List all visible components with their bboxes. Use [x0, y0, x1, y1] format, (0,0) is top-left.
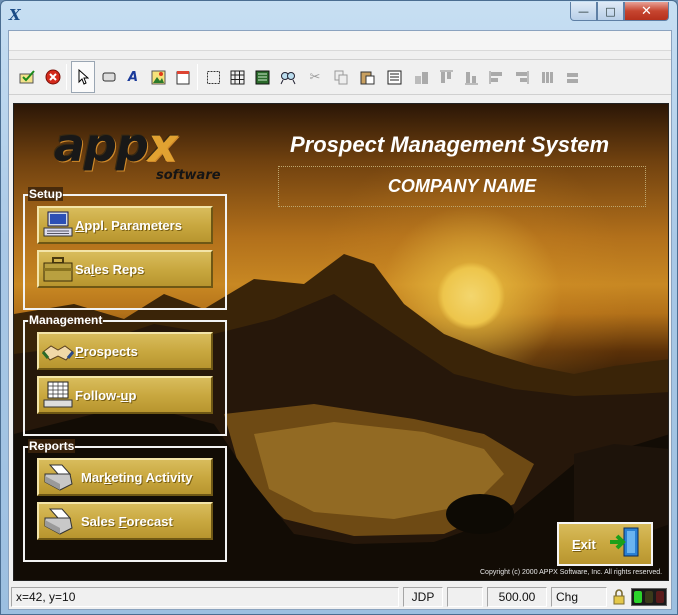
exit-button[interactable]: Exit [557, 522, 653, 566]
setup-group: Setup Appl. Parameters Sales Reps [23, 187, 227, 310]
company-name-box: COMPANY NAME [278, 166, 646, 207]
appx-software-logo: appx software [54, 118, 244, 184]
group-label-management: Management [28, 313, 104, 327]
paste-icon[interactable] [358, 68, 376, 86]
toolbar: A ✂ [9, 59, 671, 95]
page-title: Prospect Management System [290, 132, 610, 157]
copyright-text: Copyright (c) 2000 APPX Software, Inc. A… [480, 569, 663, 576]
copy-icon[interactable] [332, 68, 350, 86]
text-icon[interactable]: A [124, 68, 142, 86]
cut-icon[interactable]: ✂ [306, 68, 324, 86]
maximize-button[interactable]: □ [597, 2, 624, 21]
frame-icon[interactable] [204, 68, 222, 86]
group-label-reports: Reports [28, 439, 76, 453]
management-group: Management Prospects Follow-up [23, 313, 227, 436]
handshake-icon [41, 335, 75, 367]
exit-door-icon [608, 526, 642, 562]
align-left-icon[interactable] [487, 68, 505, 86]
align-right-icon[interactable] [512, 68, 530, 86]
minimize-button[interactable]: — [570, 2, 597, 21]
title-bar[interactable]: X — □ ✕ [1, 1, 677, 29]
logo-x-text: x [147, 118, 178, 172]
marketing-activity-button[interactable]: Marketing Activity [37, 458, 213, 496]
prospects-button[interactable]: Prospects [37, 332, 213, 370]
grid-icon[interactable] [228, 68, 246, 86]
status-empty-field [447, 587, 483, 607]
size-icon[interactable] [563, 68, 581, 86]
logo-software-text: software [156, 168, 221, 183]
yellow-light-icon [644, 591, 653, 603]
sales-forecast-button[interactable]: Sales Forecast [37, 502, 213, 540]
cancel-icon[interactable] [44, 68, 62, 86]
red-light-icon [656, 591, 665, 603]
printer-icon [41, 505, 75, 537]
printer-icon [41, 461, 75, 493]
group-label-setup: Setup [28, 187, 64, 201]
application-window: X — □ ✕ A ✂ appx software Prospect Manag… [0, 0, 678, 615]
sales-reps-button[interactable]: Sales Reps [37, 250, 213, 288]
find-icon[interactable] [279, 68, 297, 86]
align-top-icon[interactable] [437, 68, 455, 86]
list-icon[interactable] [253, 68, 271, 86]
status-bar: x=42, y=10 JDP 500.00 Chg [9, 584, 671, 609]
spacing-icon[interactable] [538, 68, 556, 86]
reports-group: Reports Marketing Activity Sales Forecas… [23, 439, 227, 562]
company-name: COMPANY NAME [387, 176, 537, 196]
calendar-icon [41, 379, 75, 411]
status-user: JDP [403, 587, 443, 607]
green-light-icon [633, 591, 642, 603]
properties-icon[interactable] [385, 68, 403, 86]
status-value: 500.00 [487, 587, 547, 607]
lock-icon [612, 589, 626, 609]
status-lights-icon [631, 588, 667, 606]
status-coordinates: x=42, y=10 [11, 587, 399, 607]
appl-parameters-button[interactable]: Appl. Parameters [37, 206, 213, 244]
client-area: A ✂ appx software Prospect Management Sy… [8, 30, 672, 610]
logo-appx-text: app [54, 118, 149, 172]
image-icon[interactable] [149, 68, 167, 86]
pointer-icon[interactable] [74, 68, 92, 86]
app-x-icon[interactable]: X [9, 6, 21, 24]
computer-icon [41, 209, 75, 241]
main-menu-canvas: appx software Prospect Management System… [13, 103, 669, 581]
note-icon[interactable] [174, 68, 192, 86]
align-icon[interactable] [412, 68, 430, 86]
close-button[interactable]: ✕ [624, 2, 669, 21]
briefcase-icon [41, 253, 75, 285]
button-icon[interactable] [100, 68, 118, 86]
status-mode: Chg [551, 587, 607, 607]
ok-icon[interactable] [18, 68, 36, 86]
menu-bar[interactable] [9, 31, 671, 51]
follow-up-button[interactable]: Follow-up [37, 376, 213, 414]
align-bottom-icon[interactable] [462, 68, 480, 86]
